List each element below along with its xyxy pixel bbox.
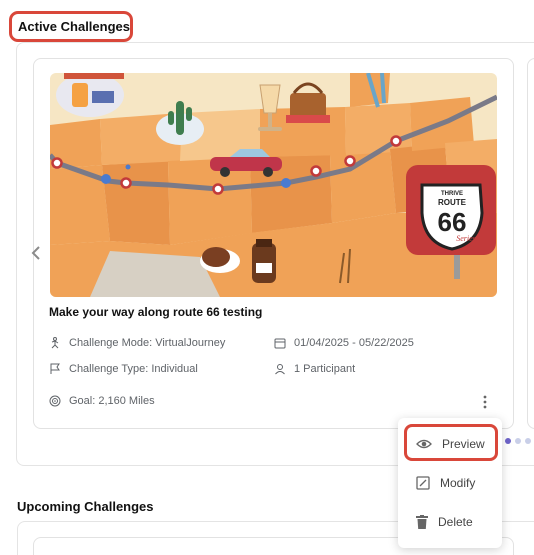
- challenge-options-menu: Preview Modify Delete: [398, 418, 502, 548]
- active-challenges-title: Active Challenges: [18, 19, 130, 34]
- upcoming-challenges-title: Upcoming Challenges: [17, 499, 154, 514]
- challenge-goal-text: Goal: 2,160 Miles: [69, 395, 155, 407]
- challenge-participants: 1 Participant: [274, 363, 355, 375]
- challenge-hero-image: THRIVE ROUTE 66 Series: [50, 73, 497, 297]
- preview-menu-item[interactable]: Preview: [398, 428, 502, 460]
- sign-route-text: ROUTE: [438, 198, 467, 207]
- flag-icon: [50, 363, 60, 374]
- carousel-prev-chevron-icon[interactable]: [31, 245, 45, 265]
- challenge-mode: Challenge Mode: VirtualJourney: [49, 337, 225, 349]
- challenge-title: Make your way along route 66 testing: [49, 305, 263, 319]
- calendar-icon: [274, 338, 286, 349]
- challenge-type: Challenge Type: Individual: [49, 363, 198, 375]
- sign-number-text: 66: [438, 207, 467, 237]
- target-icon: [49, 395, 61, 407]
- trash-icon: [416, 515, 428, 529]
- carousel-dot[interactable]: [505, 438, 511, 444]
- delete-menu-item[interactable]: Delete: [398, 506, 502, 538]
- challenge-participants-text: 1 Participant: [294, 363, 356, 375]
- modify-label: Modify: [440, 476, 476, 490]
- sign-top-text: THRIVE: [441, 191, 463, 197]
- carousel-dot[interactable]: [525, 438, 531, 444]
- challenge-goal: Goal: 2,160 Miles: [49, 395, 155, 407]
- carousel-dot[interactable]: [515, 438, 521, 444]
- carousel-pagination: [505, 438, 531, 444]
- person-icon: [275, 364, 285, 375]
- challenge-dates-text: 01/04/2025 - 05/22/2025: [294, 337, 414, 349]
- runner-icon: [51, 337, 59, 349]
- next-challenge-card-peek[interactable]: [527, 58, 534, 429]
- delete-label: Delete: [438, 515, 473, 529]
- sign-series-text: Series: [456, 234, 476, 243]
- preview-label: Preview: [442, 437, 485, 451]
- challenge-mode-text: Challenge Mode: VirtualJourney: [69, 337, 226, 349]
- more-options-icon[interactable]: [478, 393, 492, 411]
- challenge-type-text: Challenge Type: Individual: [69, 363, 198, 375]
- eye-icon: [416, 439, 432, 449]
- challenge-dates: 01/04/2025 - 05/22/2025: [274, 337, 414, 349]
- edit-icon: [416, 476, 430, 490]
- modify-menu-item[interactable]: Modify: [398, 467, 502, 499]
